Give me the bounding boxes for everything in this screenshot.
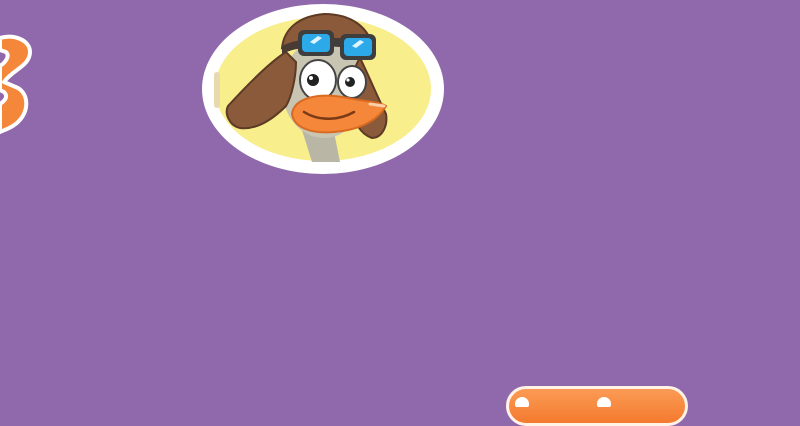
button-icon-left (515, 397, 529, 407)
logo-letter-fragment (0, 34, 32, 134)
bottom-action-button[interactable] (506, 386, 688, 426)
pilot-duck-icon[interactable] (200, 2, 446, 176)
button-icon-right (597, 397, 611, 407)
